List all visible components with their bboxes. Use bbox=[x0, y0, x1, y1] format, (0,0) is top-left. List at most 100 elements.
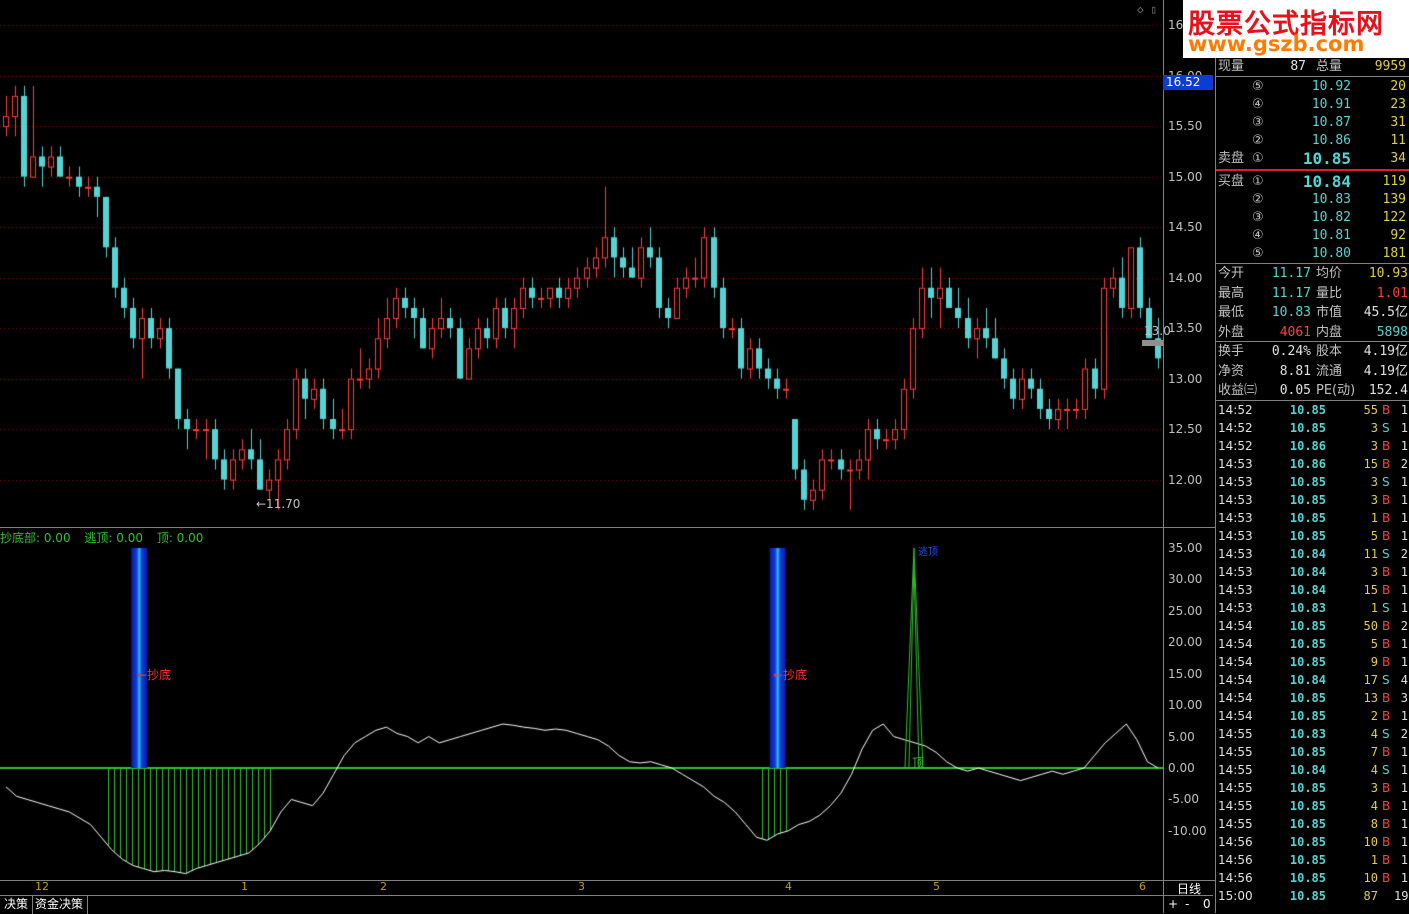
price-axis-label: 14.00 bbox=[1168, 270, 1203, 285]
tick-volume: 3 bbox=[1370, 421, 1378, 435]
tick-volume: 4 bbox=[1370, 799, 1378, 813]
ask-qty: 20 bbox=[1390, 79, 1406, 94]
xaxis-divider bbox=[0, 880, 1215, 881]
tick-time: 14:54 bbox=[1218, 619, 1253, 633]
right-price-marker: 13.0 bbox=[1144, 324, 1171, 338]
tick-count: 1 bbox=[1400, 583, 1408, 597]
stat-value: 8.81 bbox=[1279, 363, 1311, 379]
bid-qty: 122 bbox=[1382, 210, 1406, 225]
tick-time: 14:52 bbox=[1218, 421, 1253, 435]
stat-value: 5898 bbox=[1376, 324, 1408, 340]
stat-label: PE(动) bbox=[1316, 383, 1356, 398]
zoom-out-button[interactable]: - bbox=[1185, 897, 1189, 911]
stat-row: 换手 0.24% 股本 4.19亿 bbox=[1216, 343, 1409, 361]
tick-count: 1 bbox=[1400, 655, 1408, 669]
volume-row: 现量 87 总量 9959 bbox=[1218, 59, 1406, 74]
tick-price: 10.84 bbox=[1289, 565, 1326, 579]
indicator-axis-label: -10.00 bbox=[1168, 823, 1207, 838]
bid-level-index: ④ bbox=[1252, 228, 1264, 243]
tick-time: 14:55 bbox=[1218, 781, 1253, 795]
tick-row: 14:53 10.85 3 B 1 bbox=[1216, 491, 1409, 509]
tick-side: B bbox=[1382, 511, 1391, 525]
tick-row: 14:53 10.85 1 B 1 bbox=[1216, 509, 1409, 527]
tick-count: 1 bbox=[1400, 439, 1408, 453]
sell-label: 卖盘 bbox=[1218, 151, 1245, 166]
buy-label: 买盘 bbox=[1218, 174, 1245, 189]
period-selector[interactable]: 日线 bbox=[1163, 880, 1214, 896]
bid-level-index: ② bbox=[1252, 192, 1264, 207]
tick-row: 14:54 10.85 50 B 2 bbox=[1216, 617, 1409, 635]
stat-label: 最高 bbox=[1218, 285, 1245, 301]
ask-price: 10.85 bbox=[1302, 149, 1351, 168]
tick-count: 1 bbox=[1400, 709, 1408, 723]
tick-side: B bbox=[1382, 655, 1391, 669]
tick-row: 14:54 10.85 9 B 1 bbox=[1216, 653, 1409, 671]
tick-side: S bbox=[1382, 601, 1390, 615]
tick-time: 14:53 bbox=[1218, 547, 1253, 561]
bid-level: ② 10.83 139 bbox=[1216, 191, 1409, 209]
tick-side: B bbox=[1382, 835, 1391, 849]
tick-time: 14:55 bbox=[1218, 763, 1253, 777]
stat-row: 最高 11.17 量比 1.01 bbox=[1216, 285, 1409, 303]
bid-qty: 92 bbox=[1390, 228, 1406, 243]
kline-chart[interactable] bbox=[0, 0, 1163, 881]
bid-price: 10.82 bbox=[1311, 210, 1351, 225]
tick-side: B bbox=[1382, 709, 1391, 723]
tick-price: 10.84 bbox=[1289, 547, 1326, 561]
tick-row: 14:52 10.86 3 B 1 bbox=[1216, 437, 1409, 455]
ask-price: 10.87 bbox=[1311, 115, 1351, 130]
tick-time: 14:53 bbox=[1218, 493, 1253, 507]
tick-price: 10.86 bbox=[1289, 457, 1326, 471]
stat-value: 0.05 bbox=[1279, 383, 1311, 398]
legend-escape: 逃顶: 0.00 bbox=[84, 531, 143, 545]
price-axis-label: 12.00 bbox=[1168, 472, 1203, 487]
stat-label: 最低 bbox=[1218, 305, 1245, 320]
tick-price: 10.85 bbox=[1289, 781, 1326, 795]
tick-price: 10.85 bbox=[1289, 475, 1326, 489]
tick-price: 10.85 bbox=[1289, 835, 1326, 849]
stat-label: 外盘 bbox=[1218, 324, 1245, 340]
tick-side: S bbox=[1382, 475, 1390, 489]
tick-time: 14:53 bbox=[1218, 529, 1253, 543]
zoom-reset-button[interactable]: 0 bbox=[1203, 897, 1211, 911]
tick-side: B bbox=[1382, 439, 1391, 453]
tick-price: 10.85 bbox=[1289, 745, 1326, 759]
current-price-tag: 16.52 bbox=[1163, 75, 1213, 90]
tick-side: B bbox=[1382, 457, 1391, 471]
chart-axis-divider bbox=[1163, 0, 1164, 913]
bid-level: ③ 10.82 122 bbox=[1216, 209, 1409, 227]
tick-volume: 50 bbox=[1363, 619, 1378, 633]
tick-time: 14:54 bbox=[1218, 637, 1253, 651]
tick-row: 14:55 10.85 8 B 1 bbox=[1216, 815, 1409, 833]
tick-count: 4 bbox=[1400, 673, 1408, 687]
tick-time: 14:56 bbox=[1218, 853, 1253, 867]
stat-label: 均价 bbox=[1316, 266, 1343, 281]
tick-row: 15:00 10.85 87 19 bbox=[1216, 887, 1409, 905]
tick-price: 10.83 bbox=[1289, 727, 1326, 741]
low-price-marker: ←11.70 bbox=[256, 497, 301, 511]
tab-decision[interactable]: 决策 bbox=[0, 896, 34, 914]
tab-fund-decision[interactable]: 资金决策 bbox=[31, 896, 89, 914]
tick-price: 10.85 bbox=[1289, 871, 1326, 885]
ask-level: 卖盘 ① 10.85 34 bbox=[1216, 150, 1409, 168]
window-icons[interactable]: ◇ ▯ bbox=[1137, 3, 1157, 16]
legend-bottom: 抄底部: 0.00 bbox=[0, 531, 71, 545]
tick-count: 1 bbox=[1400, 511, 1408, 525]
ask-level-index: ⑤ bbox=[1252, 79, 1264, 94]
tick-price: 10.85 bbox=[1289, 709, 1326, 723]
tick-time: 14:55 bbox=[1218, 817, 1253, 831]
stat-value: 4.19亿 bbox=[1363, 344, 1408, 359]
stat-value: 4061 bbox=[1279, 324, 1311, 340]
tick-row: 14:55 10.85 3 B 1 bbox=[1216, 779, 1409, 797]
tick-side: B bbox=[1382, 817, 1391, 831]
zoom-in-button[interactable]: + bbox=[1168, 897, 1178, 911]
bid-price: 10.84 bbox=[1302, 172, 1351, 191]
top-signal-mark: 顶 bbox=[912, 756, 925, 770]
price-axis-label: 15.50 bbox=[1168, 119, 1203, 134]
tick-side: B bbox=[1382, 691, 1391, 705]
stat-value: 11.17 bbox=[1271, 285, 1311, 301]
tick-side: B bbox=[1382, 781, 1391, 795]
stat-label: 量比 bbox=[1316, 285, 1343, 301]
tick-volume: 87 bbox=[1363, 889, 1378, 903]
indicator-axis-label: -5.00 bbox=[1168, 792, 1200, 807]
